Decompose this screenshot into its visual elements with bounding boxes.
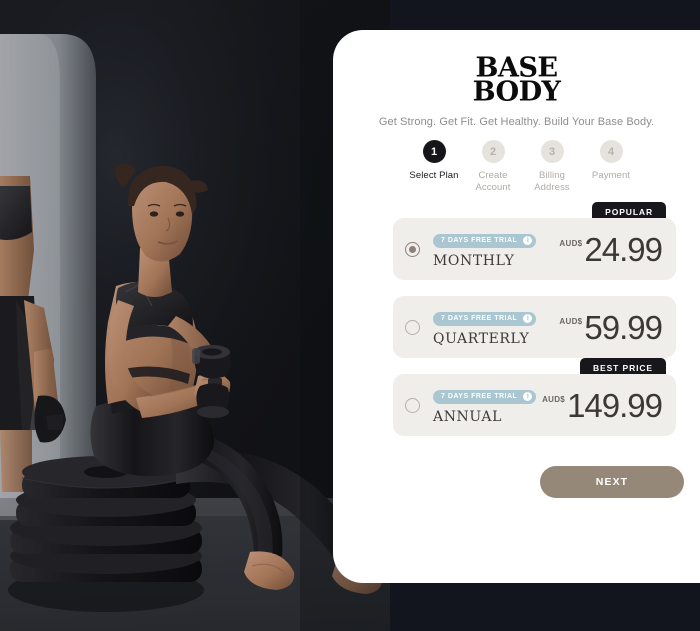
logo-line-2: BODY [472, 75, 561, 108]
trial-badge-label: 7 DAYS FREE TRIAL [441, 315, 518, 323]
step-number: 3 [540, 140, 564, 163]
step-label: Payment [591, 170, 631, 181]
info-icon[interactable]: i [523, 236, 533, 246]
currency-label: AUD$ [559, 238, 583, 248]
brand-tagline: Get Strong. Get Fit. Get Healthy. Build … [378, 116, 655, 128]
plan-name-annual: ANNUAL [433, 408, 502, 425]
price-amount: 59.99 [584, 308, 663, 346]
price-amount: 24.99 [584, 230, 663, 268]
plan-info-quarterly: 7 DAYS FREE TRIAL i QUARTERLY [433, 307, 559, 347]
plan-name-quarterly: QUARTERLY [433, 330, 530, 347]
step-label: Select Plan [409, 170, 459, 181]
plan-radio-monthly[interactable] [405, 241, 420, 257]
step-label: Billing Address [534, 170, 570, 193]
plan-price-annual: AUD$ 149.99 [542, 386, 663, 424]
plan-radio-quarterly[interactable] [405, 319, 420, 335]
trial-badge-label: 7 DAYS FREE TRIAL [441, 237, 518, 245]
plan-info-monthly: 7 DAYS FREE TRIAL i MONTHLY [433, 229, 559, 269]
plan-price-monthly: AUD$ 24.99 [559, 230, 663, 268]
step-number: 1 [422, 140, 446, 163]
next-button[interactable]: NEXT [540, 466, 684, 498]
trial-badge-label: 7 DAYS FREE TRIAL [441, 393, 518, 401]
plan-info-annual: 7 DAYS FREE TRIAL i ANNUAL [433, 385, 542, 425]
plan-option-monthly[interactable]: 7 DAYS FREE TRIAL i MONTHLY AUD$ 24.99 [393, 218, 676, 280]
plan-radio-annual[interactable] [405, 397, 420, 413]
step-number: 4 [599, 140, 623, 163]
plan-option-annual-wrapper: BEST PRICE 7 DAYS FREE TRIAL i ANNUAL AU… [393, 358, 676, 436]
trial-badge-annual[interactable]: 7 DAYS FREE TRIAL i [433, 389, 537, 404]
currency-label: AUD$ [559, 316, 583, 326]
brand-logo: BASE BODY [333, 54, 700, 105]
step-payment[interactable]: 4 Payment [582, 140, 640, 193]
plan-option-monthly-wrapper: POPULAR 7 DAYS FREE TRIAL i MONTHLY AUD$… [393, 202, 676, 280]
plan-option-quarterly-wrapper: 7 DAYS FREE TRIAL i QUARTERLY AUD$ 59.99 [393, 296, 676, 358]
step-create-account[interactable]: 2 Create Account [464, 140, 522, 193]
step-number: 2 [481, 140, 505, 163]
step-billing-address[interactable]: 3 Billing Address [523, 140, 581, 193]
step-select-plan[interactable]: 1 Select Plan [405, 140, 463, 193]
trial-badge-quarterly[interactable]: 7 DAYS FREE TRIAL i [433, 311, 537, 326]
plan-name-monthly: MONTHLY [433, 252, 515, 269]
plan-option-annual[interactable]: 7 DAYS FREE TRIAL i ANNUAL AUD$ 149.99 [393, 374, 676, 436]
signup-panel: BASE BODY Get Strong. Get Fit. Get Healt… [333, 30, 700, 583]
currency-label: AUD$ [542, 394, 566, 404]
plan-list: POPULAR 7 DAYS FREE TRIAL i MONTHLY AUD$… [393, 202, 676, 452]
info-icon[interactable]: i [523, 392, 533, 402]
plan-price-quarterly: AUD$ 59.99 [559, 308, 663, 346]
price-amount: 149.99 [567, 386, 663, 424]
info-icon[interactable]: i [523, 314, 533, 324]
trial-badge-monthly[interactable]: 7 DAYS FREE TRIAL i [433, 233, 537, 248]
checkout-stepper: 1 Select Plan 2 Create Account 3 Billing… [405, 140, 640, 193]
plan-option-quarterly[interactable]: 7 DAYS FREE TRIAL i QUARTERLY AUD$ 59.99 [393, 296, 676, 358]
step-label: Create Account [475, 170, 511, 193]
